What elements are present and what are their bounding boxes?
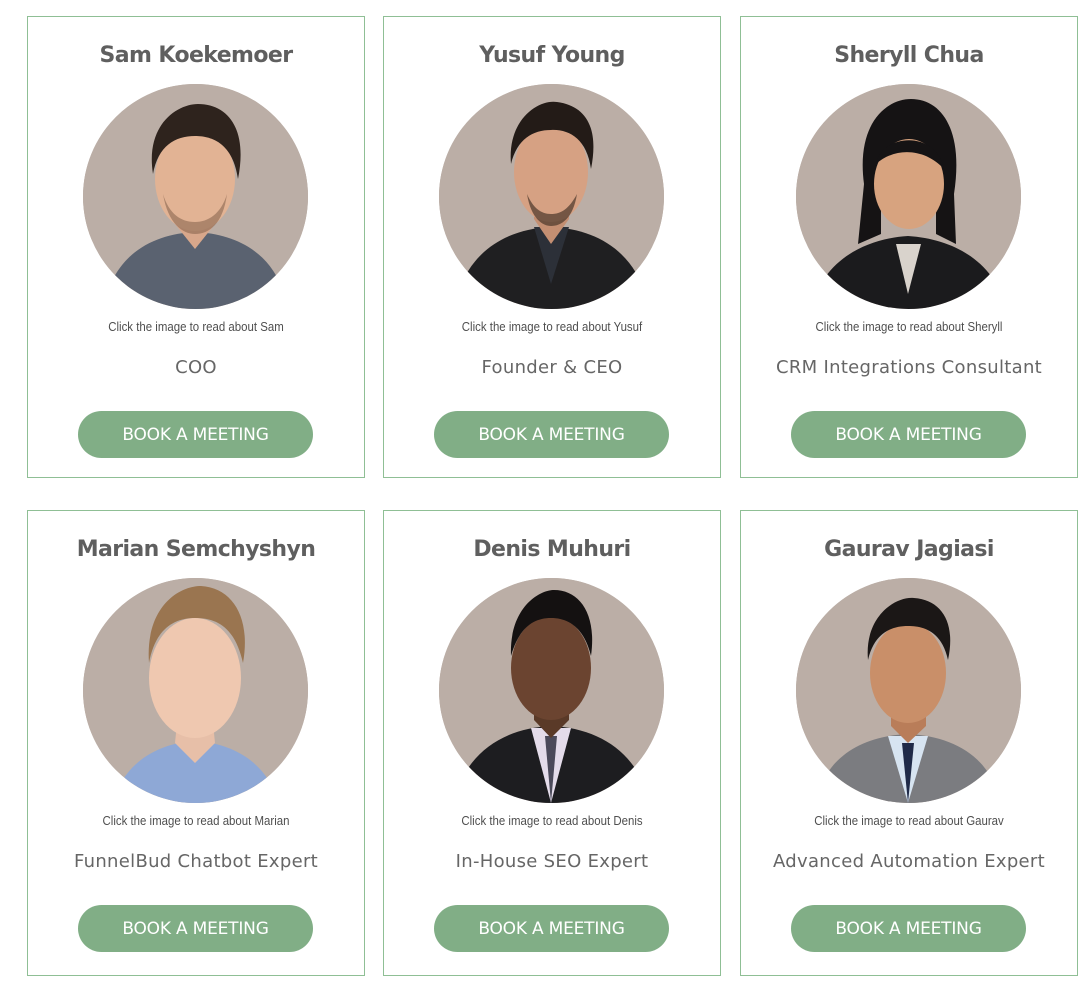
photo-hint: Click the image to read about Sam — [108, 319, 284, 334]
book-meeting-button[interactable]: BOOK A MEETING — [434, 905, 669, 952]
book-meeting-button[interactable]: BOOK A MEETING — [434, 411, 669, 458]
member-role: CRM Integrations Consultant — [775, 357, 1043, 378]
photo-hint: Click the image to read about Marian — [102, 813, 290, 828]
team-card-marian: Marian Semchyshyn Click the image to rea… — [27, 510, 365, 976]
book-meeting-button[interactable]: BOOK A MEETING — [78, 905, 313, 952]
portrait-icon — [796, 578, 1021, 803]
member-photo-sheryll[interactable] — [796, 84, 1021, 309]
member-photo-denis[interactable] — [439, 578, 664, 803]
member-role: FunnelBud Chatbot Expert — [73, 851, 319, 872]
member-photo-marian[interactable] — [83, 578, 308, 803]
book-meeting-button[interactable]: BOOK A MEETING — [78, 411, 313, 458]
member-name: Gaurav Jagiasi — [824, 537, 994, 562]
team-card-sam: Sam Koekemoer Click the image to read ab… — [27, 16, 365, 478]
photo-hint: Click the image to read about Denis — [461, 813, 643, 828]
portrait-icon — [83, 84, 308, 309]
portrait-icon — [83, 578, 308, 803]
member-role: Advanced Automation Expert — [773, 851, 1045, 872]
member-name: Yusuf Young — [479, 43, 625, 68]
portrait-icon — [439, 84, 664, 309]
member-photo-yusuf[interactable] — [439, 84, 664, 309]
team-card-yusuf: Yusuf Young Click the image to read abou… — [383, 16, 721, 478]
photo-hint: Click the image to read about Yusuf — [461, 319, 643, 334]
member-name: Sheryll Chua — [834, 43, 984, 68]
photo-hint: Click the image to read about Gaurav — [814, 813, 1004, 828]
member-name: Marian Semchyshyn — [76, 537, 316, 562]
portrait-icon — [796, 84, 1021, 309]
member-role: COO — [175, 357, 217, 378]
team-card-sheryll: Sheryll Chua Click the image to read abo… — [740, 16, 1078, 478]
photo-hint: Click the image to read about Sheryll — [815, 319, 1003, 334]
member-name: Denis Muhuri — [473, 537, 631, 562]
team-card-denis: Denis Muhuri Click the image to read abo… — [383, 510, 721, 976]
member-photo-gaurav[interactable] — [796, 578, 1021, 803]
book-meeting-button[interactable]: BOOK A MEETING — [791, 905, 1026, 952]
portrait-icon — [439, 578, 664, 803]
member-photo-sam[interactable] — [83, 84, 308, 309]
member-role: Founder & CEO — [481, 357, 623, 378]
team-card-gaurav: Gaurav Jagiasi Click the image to read a… — [740, 510, 1078, 976]
member-name: Sam Koekemoer — [99, 43, 294, 68]
member-role: In-House SEO Expert — [455, 851, 649, 872]
book-meeting-button[interactable]: BOOK A MEETING — [791, 411, 1026, 458]
